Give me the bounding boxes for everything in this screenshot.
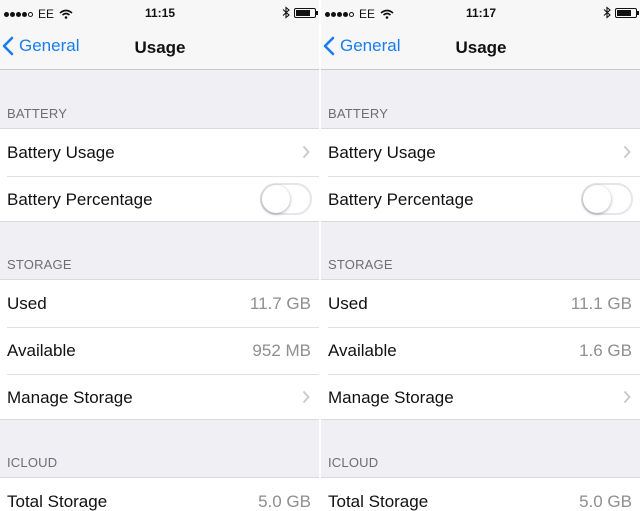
storage-group: Used 11.1 GB Available 1.6 GB Manage Sto… <box>321 279 640 420</box>
total-storage-value: 5.0 GB <box>258 492 311 511</box>
used-label: Used <box>328 294 368 313</box>
battery-icon <box>294 7 318 18</box>
status-bar: EE 11:17 <box>321 0 640 28</box>
toggle-knob <box>583 185 611 213</box>
back-button[interactable]: General <box>323 36 400 56</box>
section-header-storage: STORAGE <box>328 257 393 272</box>
used-row: Used 11.1 GB <box>321 280 640 327</box>
used-label: Used <box>7 294 47 313</box>
battery-percentage-row: Battery Percentage <box>0 176 320 223</box>
storage-group: Used 11.7 GB Available 952 MB Manage Sto… <box>0 279 320 420</box>
battery-percentage-label: Battery Percentage <box>328 190 474 209</box>
chevron-left-icon <box>2 36 14 56</box>
section-header-icloud: ICLOUD <box>328 455 379 470</box>
battery-percentage-row: Battery Percentage <box>321 176 640 223</box>
available-value: 952 MB <box>252 341 311 360</box>
battery-group: Battery Usage Battery Percentage <box>321 128 640 222</box>
battery-usage-label: Battery Usage <box>328 143 436 162</box>
back-button-label: General <box>19 36 80 55</box>
manage-storage-label: Manage Storage <box>7 388 133 407</box>
total-storage-label: Total Storage <box>328 492 429 511</box>
battery-usage-row[interactable]: Battery Usage <box>321 129 640 176</box>
bluetooth-icon <box>282 6 290 19</box>
chevron-right-icon <box>302 145 310 159</box>
battery-percentage-toggle[interactable] <box>260 183 312 215</box>
status-time: 11:17 <box>465 6 497 20</box>
bluetooth-icon <box>603 6 611 19</box>
section-header-battery: BATTERY <box>7 106 68 121</box>
battery-group: Battery Usage Battery Percentage <box>0 128 320 222</box>
chevron-right-icon <box>623 145 631 159</box>
battery-usage-row[interactable]: Battery Usage <box>0 129 320 176</box>
section-header-storage: STORAGE <box>7 257 72 272</box>
chevron-right-icon <box>623 390 631 404</box>
comparison-screenshot: EE 11:15 General Usage BATTERY Battery U… <box>0 0 640 511</box>
manage-storage-row[interactable]: Manage Storage <box>321 374 640 421</box>
manage-storage-label: Manage Storage <box>328 388 454 407</box>
battery-percentage-toggle[interactable] <box>581 183 633 215</box>
total-storage-value: 5.0 GB <box>579 492 632 511</box>
icloud-group: Total Storage 5.0 GB <box>321 477 640 511</box>
battery-usage-label: Battery Usage <box>7 143 115 162</box>
navigation-bar: General Usage <box>321 28 640 70</box>
usage-screen-before: EE 11:15 General Usage BATTERY Battery U… <box>0 0 320 511</box>
available-label: Available <box>328 341 397 360</box>
total-storage-row: Total Storage 5.0 GB <box>0 478 320 511</box>
status-time: 11:15 <box>144 6 176 20</box>
battery-icon <box>615 7 639 18</box>
chevron-left-icon <box>323 36 335 56</box>
back-button[interactable]: General <box>2 36 79 56</box>
available-row: Available 1.6 GB <box>321 327 640 374</box>
icloud-group: Total Storage 5.0 GB <box>0 477 320 511</box>
total-storage-label: Total Storage <box>7 492 108 511</box>
navigation-bar: General Usage <box>0 28 320 70</box>
usage-screen-after: EE 11:17 General Usage BATTERY Battery U… <box>321 0 640 511</box>
available-row: Available 952 MB <box>0 327 320 374</box>
available-value: 1.6 GB <box>579 341 632 360</box>
chevron-right-icon <box>302 390 310 404</box>
manage-storage-row[interactable]: Manage Storage <box>0 374 320 421</box>
used-value: 11.7 GB <box>249 294 311 313</box>
section-header-icloud: ICLOUD <box>7 455 58 470</box>
section-header-battery: BATTERY <box>328 106 389 121</box>
toggle-knob <box>262 185 290 213</box>
battery-percentage-label: Battery Percentage <box>7 190 153 209</box>
back-button-label: General <box>340 36 401 55</box>
total-storage-row: Total Storage 5.0 GB <box>321 478 640 511</box>
used-value: 11.1 GB <box>570 294 632 313</box>
used-row: Used 11.7 GB <box>0 280 320 327</box>
status-bar: EE 11:15 <box>0 0 320 28</box>
available-label: Available <box>7 341 76 360</box>
